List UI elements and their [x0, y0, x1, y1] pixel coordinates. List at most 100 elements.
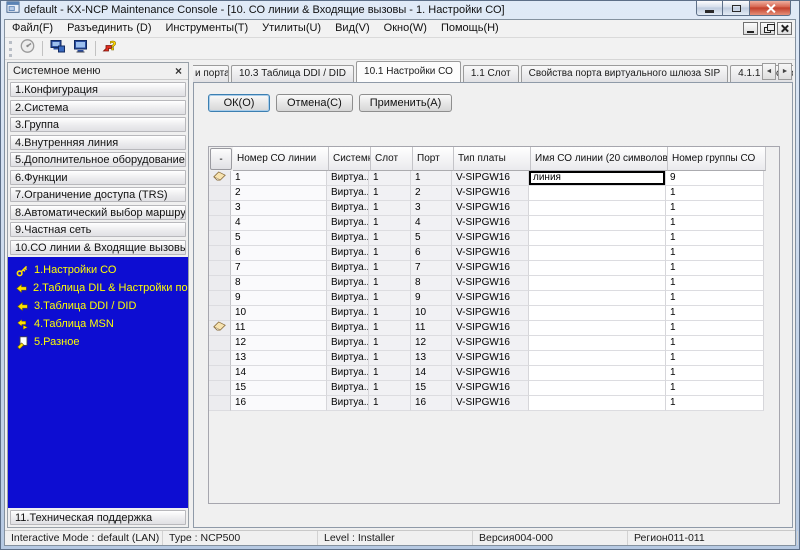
cell-group[interactable]: 1 [666, 291, 764, 306]
row-marker-cell[interactable] [209, 351, 231, 366]
submenu-item-3[interactable]: 3.Таблица DDI / DID [15, 297, 188, 315]
cell-group[interactable]: 1 [666, 186, 764, 201]
cell-name[interactable] [529, 201, 666, 216]
cell-group[interactable]: 1 [666, 276, 764, 291]
sidebar-item-7[interactable]: 7.Ограничение доступа (TRS) [10, 187, 186, 202]
cell-name[interactable] [529, 231, 666, 246]
close-button[interactable] [749, 1, 791, 16]
cell-name[interactable] [529, 336, 666, 351]
cell-card: V-SIPGW16 [452, 201, 529, 216]
row-marker-cell[interactable] [209, 396, 231, 411]
sidebar-item-1[interactable]: 1.Конфигурация [10, 82, 186, 97]
row-marker-cell[interactable] [209, 381, 231, 396]
menu-item-5[interactable]: Окно(W) [377, 20, 434, 37]
row-marker-cell[interactable] [209, 291, 231, 306]
mdi-restore-button[interactable] [760, 22, 775, 35]
sidebar-item-4[interactable]: 4.Внутренняя линия [10, 135, 186, 150]
toolbar-button-help-icon[interactable]: ? [99, 39, 122, 58]
menu-item-0[interactable]: Файл(F) [5, 20, 60, 37]
cell-group[interactable]: 1 [666, 231, 764, 246]
menu-item-6[interactable]: Помощь(H) [434, 20, 506, 37]
cell-name[interactable] [529, 291, 666, 306]
row-edited-marker[interactable] [209, 321, 231, 336]
cell-name[interactable] [529, 246, 666, 261]
row-marker-cell[interactable] [209, 246, 231, 261]
tab-2[interactable]: 10.1 Настройки СО [356, 61, 461, 82]
row-marker-cell[interactable] [209, 201, 231, 216]
row-marker-cell[interactable] [209, 276, 231, 291]
tab-1[interactable]: 10.3 Таблица DDI / DID [231, 65, 354, 82]
maximize-button[interactable] [723, 1, 749, 16]
cell-group[interactable]: 1 [666, 396, 764, 411]
cell-group[interactable]: 1 [666, 216, 764, 231]
cell-name[interactable] [529, 276, 666, 291]
tab-scroll-right-icon[interactable]: ► [778, 63, 792, 80]
toolbar-button-connect-gauge-icon[interactable] [16, 39, 39, 58]
menu-item-2[interactable]: Инструменты(T) [159, 20, 256, 37]
cell-group[interactable]: 1 [666, 381, 764, 396]
sidebar-item-5[interactable]: 5.Дополнительное оборудование [10, 152, 186, 167]
row-marker-cell[interactable] [209, 306, 231, 321]
cell-group[interactable]: 1 [666, 306, 764, 321]
cell-group[interactable]: 1 [666, 336, 764, 351]
ok-button[interactable]: ОК(O) [208, 94, 270, 112]
cell-name[interactable] [529, 186, 666, 201]
sidebar-item-2[interactable]: 2.Система [10, 100, 186, 115]
sidebar-item-8[interactable]: 8.Автоматический выбор маршрута (ARS) [10, 205, 186, 220]
sidebar-item-10[interactable]: 10.СО линии & Входящие вызовы [10, 240, 186, 255]
cell-name[interactable] [529, 261, 666, 276]
table-corner-button[interactable]: - [210, 148, 232, 170]
mdi-close-button[interactable] [777, 22, 792, 35]
cell-name[interactable] [529, 351, 666, 366]
submenu-item-1[interactable]: 1.Настройки СО [15, 261, 188, 279]
sidebar-item-tech-support[interactable]: 11.Техническая поддержка [10, 510, 186, 525]
cell-name[interactable] [529, 321, 666, 336]
titlebar: default - KX-NCP Maintenance Console - [… [1, 1, 799, 19]
row-marker-cell[interactable] [209, 366, 231, 381]
cell-name[interactable] [529, 306, 666, 321]
cell-name[interactable] [529, 216, 666, 231]
submenu-item-5[interactable]: 5.Разное [15, 333, 188, 351]
menu-item-4[interactable]: Вид(V) [328, 20, 377, 37]
cell-port: 13 [411, 351, 452, 366]
cell-system: Виртуа... [327, 351, 369, 366]
tab-4[interactable]: Свойства порта виртуального шлюза SIP [521, 65, 729, 82]
sidebar-item-3[interactable]: 3.Группа [10, 117, 186, 132]
tab-scroll-buttons: ◄ ► [762, 63, 792, 80]
toolbar-button-pc-transfer-icon[interactable] [46, 39, 69, 58]
cell-name[interactable] [529, 381, 666, 396]
cell-num: 2 [231, 186, 327, 201]
submenu-item-2[interactable]: 2.Таблица DIL & Настройки порта [15, 279, 188, 297]
minimize-button[interactable] [696, 1, 723, 16]
row-marker-cell[interactable] [209, 231, 231, 246]
toolbar-button-pc-info-icon[interactable] [69, 39, 92, 58]
row-marker-cell[interactable] [209, 336, 231, 351]
row-marker-cell[interactable] [209, 216, 231, 231]
sidebar-item-6[interactable]: 6.Функции [10, 170, 186, 185]
row-edited-marker[interactable] [209, 171, 231, 186]
row-marker-cell[interactable] [209, 186, 231, 201]
apply-button[interactable]: Применить(A) [359, 94, 453, 112]
cell-group[interactable]: 1 [666, 351, 764, 366]
menu-item-3[interactable]: Утилиты(U) [255, 20, 328, 37]
cell-group[interactable]: 9 [666, 171, 764, 186]
mdi-minimize-button[interactable] [743, 22, 758, 35]
submenu-item-4[interactable]: 4.Таблица MSN [15, 315, 188, 333]
sidebar-item-9[interactable]: 9.Частная сеть [10, 222, 186, 237]
tab-scroll-left-icon[interactable]: ◄ [762, 63, 776, 80]
cell-group[interactable]: 1 [666, 321, 764, 336]
cell-name[interactable]: линия [529, 171, 666, 186]
cell-name[interactable] [529, 366, 666, 381]
cell-group[interactable]: 1 [666, 261, 764, 276]
cell-group[interactable]: 1 [666, 366, 764, 381]
cancel-button[interactable]: Отмена(C) [276, 94, 353, 112]
tab-3[interactable]: 1.1 Слот [463, 65, 519, 82]
sidebar-close-icon[interactable]: × [175, 66, 182, 77]
cell-group[interactable]: 1 [666, 201, 764, 216]
row-marker-cell[interactable] [209, 261, 231, 276]
menu-item-1[interactable]: Разъединить (D) [60, 20, 158, 37]
table-row: 4Виртуа...14V-SIPGW161 [209, 216, 779, 231]
cell-group[interactable]: 1 [666, 246, 764, 261]
tab-0[interactable]: и порта [193, 65, 229, 82]
cell-name[interactable] [529, 396, 666, 411]
